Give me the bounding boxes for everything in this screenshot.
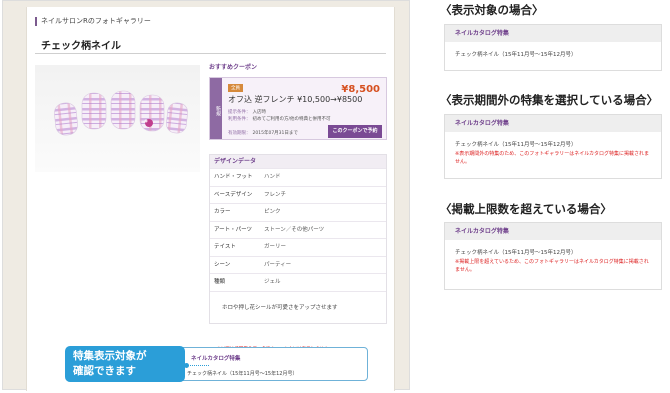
feature-section: ネイルカタログ特集 チェック柄ネイル（15年11月号〜15年12月号） xyxy=(178,347,368,381)
reserve-with-coupon-button[interactable]: このクーポンで予約 xyxy=(328,125,382,138)
case-box-visible: ネイルカタログ特集 チェック柄ネイル（15年11月号〜15年12月号） xyxy=(444,24,662,71)
gallery-screenshot: ネイルサロンRのフォトギャラリー チェック柄ネイル おすすめクーポン 新規 全員… xyxy=(2,0,410,391)
case-value: チェック柄ネイル（15年11月号〜15年12月号） xyxy=(455,52,577,58)
design-data-table: デザインデータ ハンド・フット ハンド ベースデザイン フレンチ カラー ピンク アー… xyxy=(209,154,387,324)
callout-dot xyxy=(184,363,189,368)
coupon-card: 新規 全員 ¥8,500 オフ込 逆フレンチ ¥10,500→¥8500 提示条… xyxy=(209,77,387,140)
table-row: ハンド・フット ハンド xyxy=(210,168,386,186)
case-value: チェック柄ネイル（15年11月号〜15年12月号） xyxy=(455,250,577,256)
case-title-out-of-period: 〈表示期間外の特集を選択している場合〉 xyxy=(440,93,659,107)
case-heading: ネイルカタログ特集 xyxy=(445,25,661,42)
feature-heading: ネイルカタログ特集 xyxy=(191,356,241,362)
case-warning: ※掲載上限を超えているため、このフォトギャラリーはネイルカタログ特集に掲載されま… xyxy=(455,259,649,273)
case-heading: ネイルカタログ特集 xyxy=(445,223,661,240)
coupon-tag: 全員 xyxy=(228,84,243,92)
callout-connector xyxy=(187,365,209,366)
case-heading: ネイルカタログ特集 xyxy=(445,115,661,132)
table-row: ベースデザイン フレンチ xyxy=(210,185,386,204)
table-row: シーン パーティー xyxy=(210,255,386,274)
callout-label: 特集表示対象が 確認できます xyxy=(65,346,185,382)
case-title-visible: 〈表示対象の場合〉 xyxy=(440,3,544,17)
table-row: テイスト ガーリー xyxy=(210,238,386,256)
coupon-detail: 利用条件： 初めてご利用の方/他の特典と併用不可 xyxy=(228,117,331,122)
title-divider xyxy=(35,53,386,54)
coupon-side-label: 新規 xyxy=(210,78,222,139)
coupon-detail: 有効期限： 2015年07月31日まで xyxy=(228,131,298,136)
page-title: チェック柄ネイル xyxy=(41,41,121,52)
design-data-heading: デザインデータ xyxy=(210,155,386,168)
gallery-page: ネイルサロンRのフォトギャラリー チェック柄ネイル おすすめクーポン 新規 全員… xyxy=(26,7,395,391)
nail-photo xyxy=(35,65,200,172)
table-row: 種類 ジェル xyxy=(210,273,386,291)
table-row: カラー ピンク xyxy=(210,203,386,221)
design-note: ホロや押し花シールが可愛さをアップさせます xyxy=(210,290,386,323)
table-row: アート・パーツ ストーン／その他パーツ xyxy=(210,220,386,239)
case-warning: ※表示期間外の特集のため、このフォトギャラリーはネイルカタログ特集に掲載されませ… xyxy=(455,151,650,165)
case-box-over-limit: ネイルカタログ特集 チェック柄ネイル（15年11月号〜15年12月号） ※掲載上… xyxy=(444,222,662,290)
feature-value: チェック柄ネイル（15年11月号〜15年12月号） xyxy=(187,371,298,377)
gallery-label: ネイルサロンRのフォトギャラリー xyxy=(35,17,151,26)
coupon-heading: おすすめクーポン xyxy=(209,64,258,71)
coupon-name: オフ込 逆フレンチ ¥10,500→¥8500 xyxy=(228,95,363,104)
case-title-over-limit: 〈掲載上限数を超えている場合〉 xyxy=(440,202,612,216)
case-box-out-of-period: ネイルカタログ特集 チェック柄ネイル（15年11月号〜15年12月号） ※表示期… xyxy=(444,114,662,179)
case-value: チェック柄ネイル（15年11月号〜15年12月号） xyxy=(455,142,577,148)
coupon-detail: 提示条件： 入店時 xyxy=(228,110,266,115)
